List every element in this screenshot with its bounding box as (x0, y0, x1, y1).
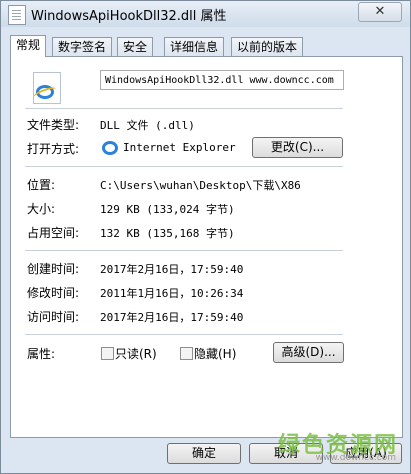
file-type-label: 文件类型: (27, 118, 80, 132)
ie-icon (102, 140, 118, 156)
tab-security[interactable]: 安全 (117, 37, 154, 56)
readonly-checkbox[interactable] (101, 347, 114, 360)
tab-digital-signatures[interactable]: 数字签名 (52, 37, 113, 56)
general-panel: WindowsApiHookDll32.dll www.downcc.com 文… (10, 56, 403, 438)
ie-file-icon (32, 72, 61, 104)
separator (25, 250, 343, 251)
file-name-input[interactable]: WindowsApiHookDll32.dll www.downcc.com (100, 70, 344, 90)
title-bar[interactable]: WindowsApiHookDll32.dll 属性 ✕ (1, 1, 410, 27)
properties-window: WindowsApiHookDll32.dll 属性 ✕ 常规 数字签名 安全 … (0, 0, 411, 474)
accessed-label: 访问时间: (27, 310, 80, 324)
accessed-value: 2017年2月16日，17:59:40 (100, 311, 244, 324)
size-value: 129 KB (133,024 字节) (100, 203, 235, 216)
location-value: C:\Users\wuhan\Desktop\下载\X86 (100, 179, 301, 192)
tab-details[interactable]: 详细信息 (164, 37, 225, 56)
file-type-value: DLL 文件 (.dll) (100, 119, 195, 132)
hidden-label[interactable]: 隐藏(H) (194, 345, 236, 362)
tab-general[interactable]: 常规 (10, 35, 47, 57)
disk-size-label: 占用空间: (27, 226, 80, 240)
size-label: 大小: (27, 202, 56, 216)
tab-previous-versions[interactable]: 以前的版本 (231, 37, 304, 56)
tab-strip: 常规 数字签名 安全 详细信息 以前的版本 (10, 35, 403, 57)
modified-label: 修改时间: (27, 286, 80, 300)
close-button[interactable]: ✕ (358, 2, 402, 22)
advanced-button[interactable]: 高级(D)... (273, 342, 344, 363)
separator (25, 166, 343, 167)
disk-size-value: 132 KB (135,168 字节) (100, 227, 235, 240)
modified-value: 2011年1月16日，10:26:34 (100, 287, 244, 300)
separator (25, 108, 343, 109)
window-title: WindowsApiHookDll32.dll 属性 (31, 9, 227, 24)
change-button[interactable]: 更改(C)... (252, 137, 343, 158)
created-label: 创建时间: (27, 262, 80, 276)
readonly-label[interactable]: 只读(R) (115, 345, 157, 362)
ok-button[interactable]: 确定 (167, 443, 241, 464)
location-label: 位置: (27, 178, 56, 192)
open-with-label: 打开方式: (27, 142, 80, 156)
separator (25, 334, 343, 335)
document-icon (8, 5, 26, 25)
created-value: 2017年2月16日，17:59:40 (100, 263, 244, 276)
watermark-url: www.downcc.com (315, 453, 396, 463)
hidden-checkbox[interactable] (180, 347, 193, 360)
attributes-label: 属性: (27, 347, 56, 361)
open-with-value: Internet Explorer (123, 141, 236, 154)
